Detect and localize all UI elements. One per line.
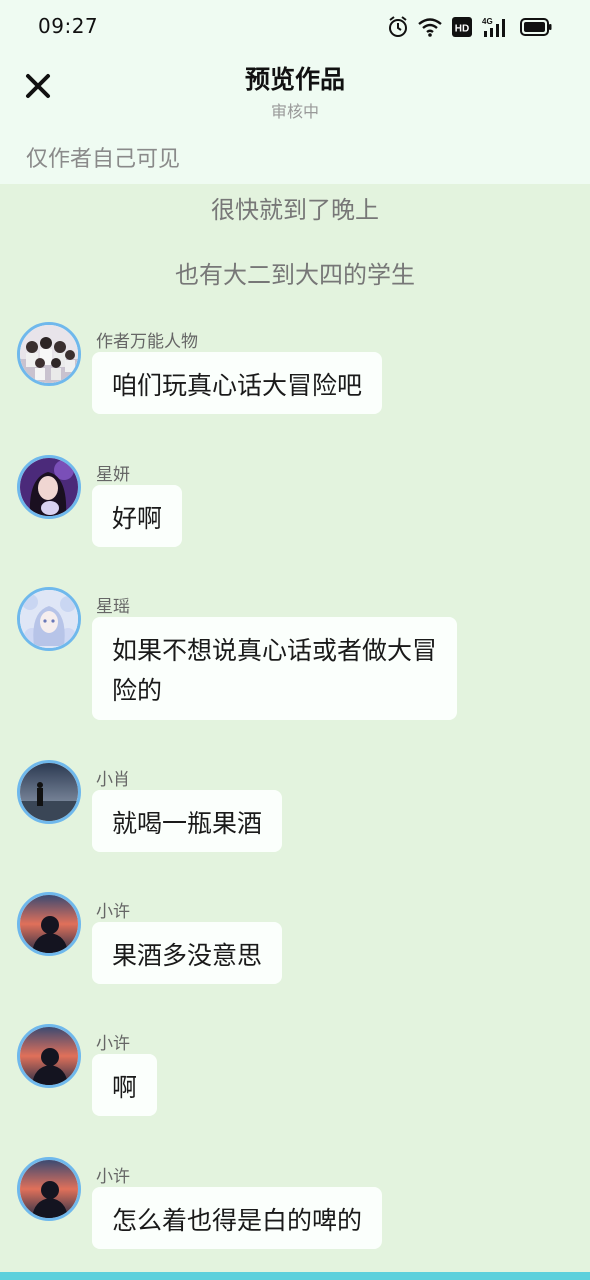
top-bar: 09:27 HD 4G 预览作品 审核中 仅作者自己可见: [0, 0, 590, 184]
sender-name: 星瑶: [96, 597, 130, 617]
hd-icon: HD: [452, 17, 472, 37]
status-time: 09:27: [38, 14, 99, 38]
message-bubble[interactable]: 果酒多没意思: [92, 922, 283, 984]
message-line: 如果不想说真心话或者做大冒: [112, 636, 438, 665]
sunset-silhouette-avatar[interactable]: [17, 1024, 81, 1088]
battery-icon: [520, 18, 552, 36]
message-bubble[interactable]: 怎么着也得是白的啤的: [92, 1187, 383, 1249]
network-text: 4G: [482, 17, 493, 26]
message-bubble[interactable]: 咱们玩真心话大冒险吧: [92, 352, 383, 414]
review-status: 审核中: [270, 102, 319, 121]
message-bubble[interactable]: 就喝一瓶果酒: [92, 790, 283, 852]
sender-name: 小许: [96, 1034, 130, 1054]
page-title: 预览作品: [244, 65, 345, 94]
hd-text: HD: [455, 24, 469, 35]
status-icons: HD 4G: [388, 14, 552, 40]
visibility-note: 仅作者自己可见: [26, 147, 181, 172]
girl-portrait-avatar[interactable]: [17, 455, 81, 519]
silhouette-sea-avatar[interactable]: [17, 760, 81, 824]
bottom-strip: [0, 1272, 590, 1280]
sender-name: 作者万能人物: [96, 332, 198, 352]
sunset-silhouette-avatar[interactable]: [17, 892, 81, 956]
sender-name: 星妍: [96, 465, 130, 485]
sender-name: 小许: [96, 1167, 130, 1187]
message-bubble[interactable]: 啊: [92, 1054, 158, 1116]
narration-text: 也有大二到大四的学生: [175, 261, 415, 289]
signal-4g-icon: 4G: [482, 16, 510, 38]
alarm-icon: [388, 16, 408, 38]
status-bar: 09:27 HD 4G: [0, 0, 590, 52]
wifi-icon: [418, 17, 442, 37]
anime-girl-avatar[interactable]: [17, 587, 81, 651]
sunset-silhouette-avatar[interactable]: [17, 1157, 81, 1221]
sender-name: 小许: [96, 902, 130, 922]
message-bubble[interactable]: 如果不想说真心话或者做大冒 险的: [92, 617, 458, 720]
message-line: 险的: [112, 676, 163, 705]
message-bubble[interactable]: 好啊: [92, 485, 183, 547]
narration-text: 很快就到了晚上: [211, 196, 379, 224]
sender-name: 小肖: [96, 770, 130, 790]
group-photo-avatar[interactable]: [17, 322, 81, 386]
